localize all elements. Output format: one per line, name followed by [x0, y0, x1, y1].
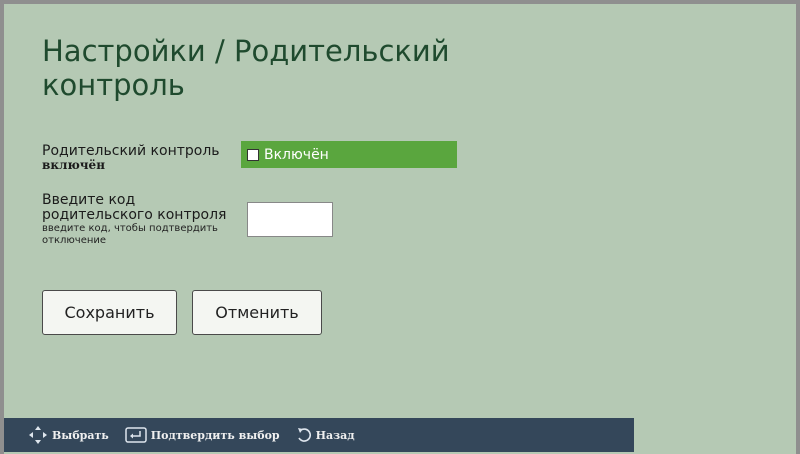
page-title: Настройки / Родительский контроль [42, 34, 450, 102]
parental-code-input[interactable] [247, 202, 333, 237]
code-label-text: Введите код родительского контроля [42, 192, 227, 223]
hint-confirm-label: Подтвердить выбор [150, 428, 280, 442]
parental-status-text: Родительский контроль [42, 143, 220, 159]
hint-confirm: Подтвердить выбор [125, 427, 280, 443]
hint-back: Назад [296, 426, 355, 444]
parental-toggle[interactable]: Включён [241, 141, 457, 168]
code-hint: введите код, чтобы подтвердить отключени… [42, 223, 218, 246]
remote-hints-bar: Выбрать Подтвердить выбор Назад [4, 418, 634, 452]
save-button[interactable]: Сохранить [42, 290, 177, 335]
cancel-button[interactable]: Отменить [192, 290, 322, 335]
parental-status-value: включён [42, 158, 105, 172]
toggle-checkbox[interactable] [247, 148, 259, 161]
code-field-label: Введите код родительского контроля введи… [42, 193, 242, 247]
toggle-label: Включён [264, 146, 329, 163]
dpad-arrows-icon [29, 426, 47, 444]
hint-back-label: Назад [315, 428, 355, 442]
parental-status-label: Родительский контроль включён [42, 144, 220, 172]
settings-screen: Настройки / Родительский контроль Родите… [4, 4, 796, 454]
enter-key-icon [125, 427, 147, 443]
back-arrow-icon [297, 428, 311, 442]
hint-select-label: Выбрать [52, 428, 109, 442]
hint-select: Выбрать [28, 425, 109, 445]
